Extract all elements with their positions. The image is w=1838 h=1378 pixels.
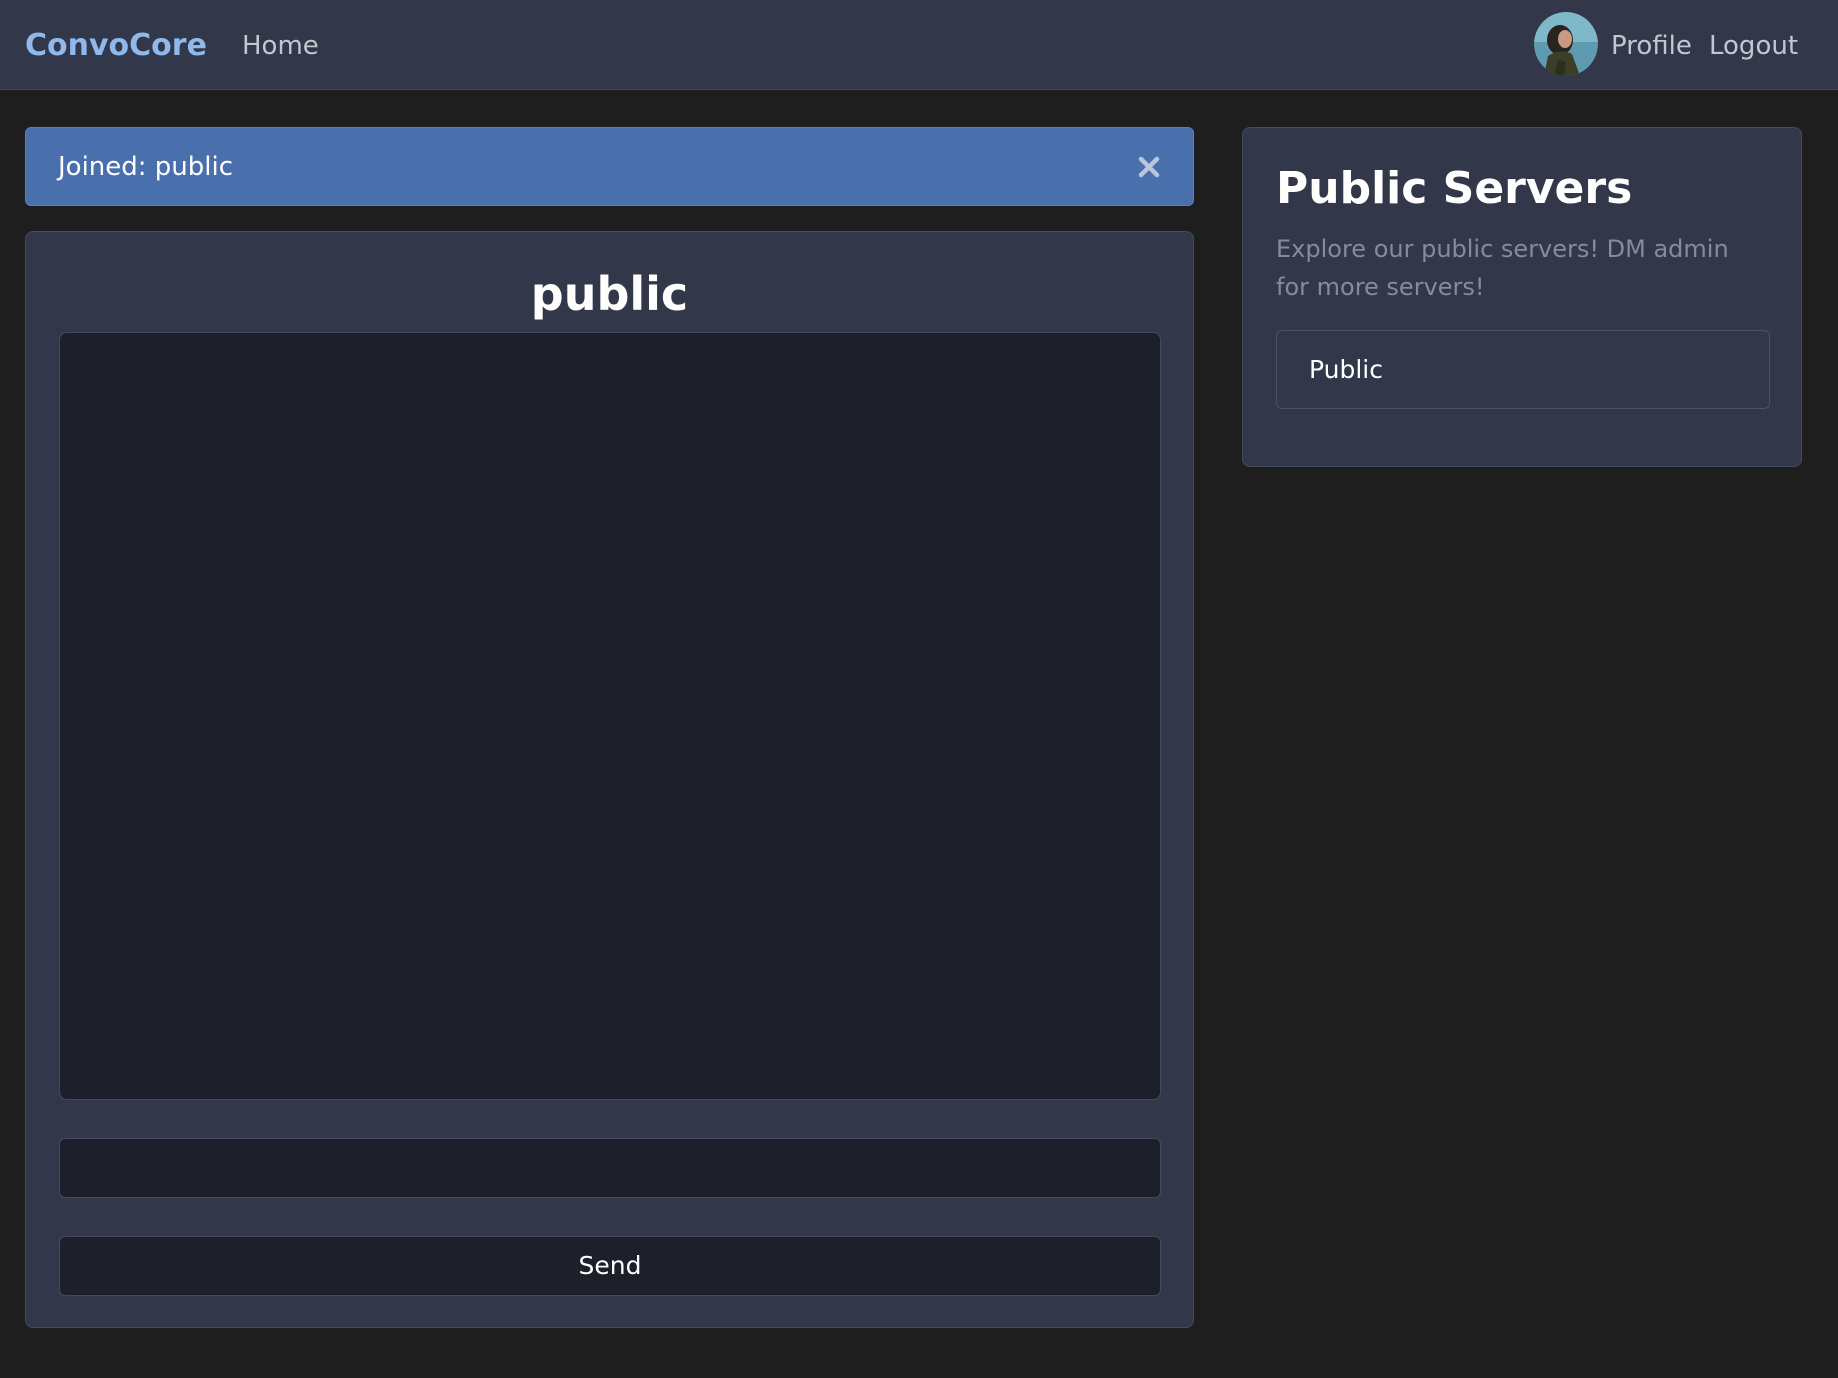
close-icon[interactable] <box>1135 153 1163 181</box>
nav-link-logout[interactable]: Logout <box>1709 24 1798 68</box>
navbar: ConvoCore Home Profile Logout <box>0 0 1838 90</box>
message-list[interactable] <box>59 332 1161 1100</box>
nav-link-profile[interactable]: Profile <box>1611 24 1692 68</box>
joined-alert: Joined: public <box>25 127 1194 206</box>
room-title: public <box>530 267 689 321</box>
alert-message: Joined: public <box>58 152 234 182</box>
servers-title: Public Servers <box>1276 163 1633 214</box>
nav-link-home[interactable]: Home <box>242 24 319 68</box>
send-button[interactable]: Send <box>59 1236 1161 1296</box>
brand-logo[interactable]: ConvoCore <box>25 24 207 68</box>
public-servers-panel: Public Servers Explore our public server… <box>1242 127 1802 467</box>
user-avatar[interactable] <box>1534 12 1598 76</box>
server-item-label: Public <box>1309 355 1383 384</box>
message-input[interactable] <box>59 1138 1161 1198</box>
avatar-image-icon <box>1534 12 1598 76</box>
server-item-public[interactable]: Public <box>1276 330 1770 409</box>
chat-panel: public Send <box>25 231 1194 1328</box>
servers-description: Explore our public servers! DM admin for… <box>1276 235 1729 301</box>
